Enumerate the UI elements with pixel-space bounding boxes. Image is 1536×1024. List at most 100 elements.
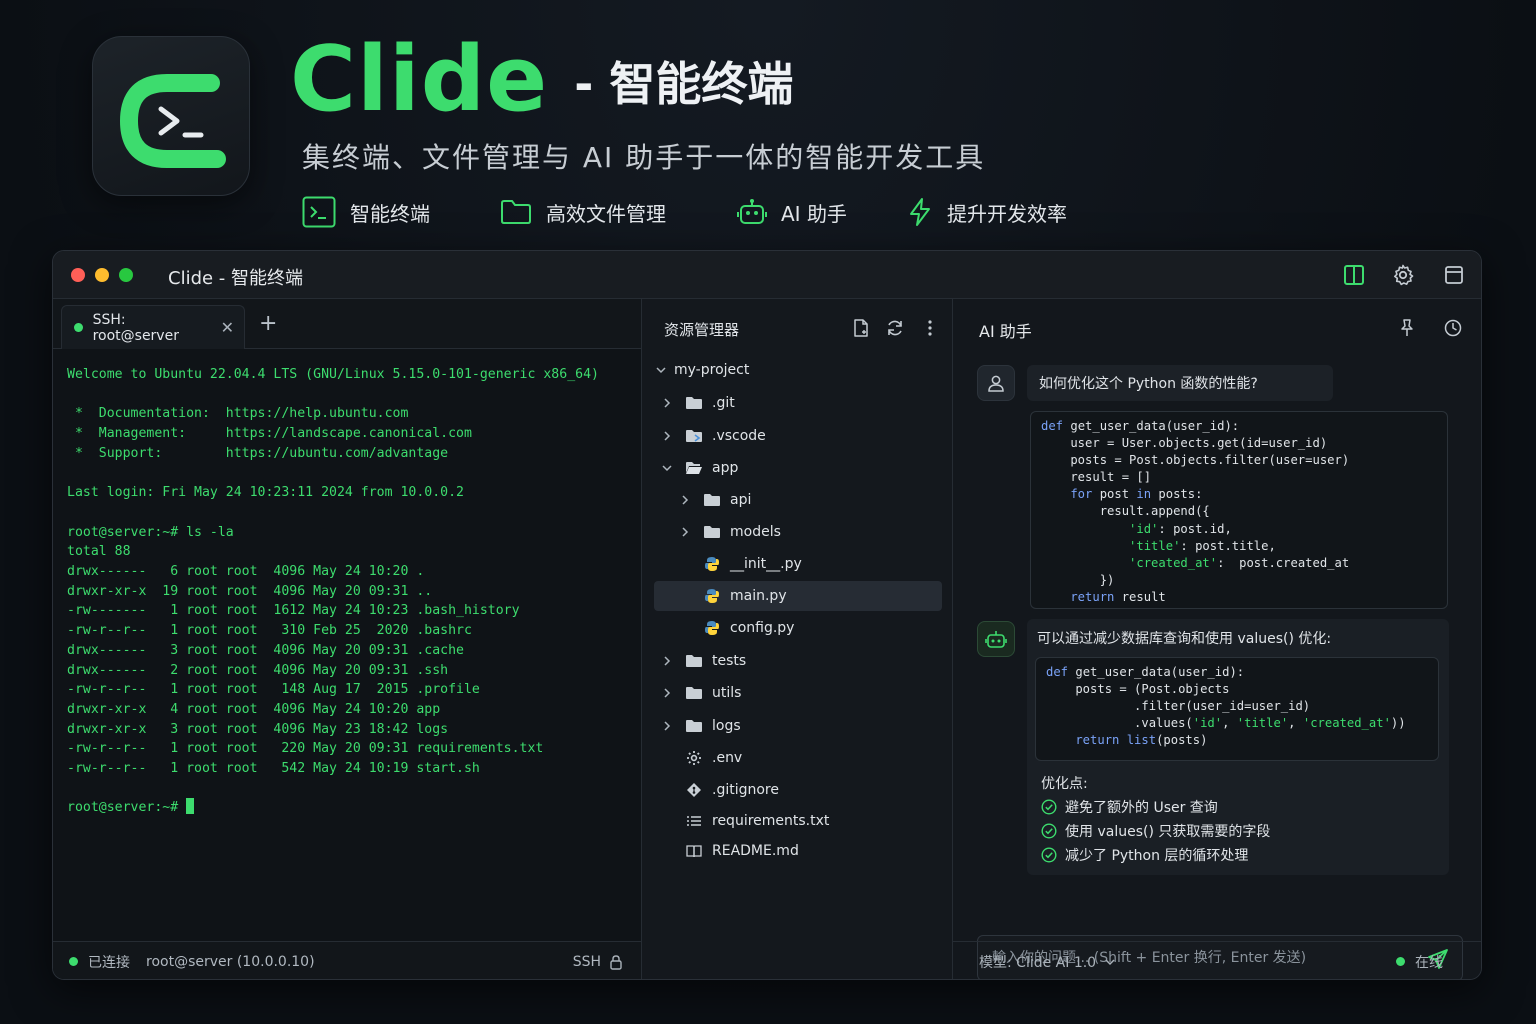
feature-label: 高效文件管理: [546, 201, 666, 226]
markdown-file-icon: [684, 842, 704, 860]
title-bar: Clide - 智能终端: [53, 251, 1481, 299]
terminal-pane: SSH: root@server ✕ + Welcome to Ubuntu 2…: [53, 299, 642, 979]
code-token: def: [1046, 665, 1076, 679]
close-window-button[interactable]: [71, 268, 85, 282]
terminal-line: * Documentation: https://help.ubuntu.com: [67, 406, 409, 422]
chevron-right-icon[interactable]: [678, 495, 692, 505]
terminal-line: -rw------- 1 root root 1612 May 24 10:23…: [67, 603, 520, 619]
online-label: 在线: [1415, 954, 1443, 971]
tree-item[interactable]: tests: [654, 646, 942, 676]
points-title: 优化点:: [1041, 776, 1088, 792]
feature-terminal: 智能终端: [302, 196, 500, 228]
user-avatar: [977, 365, 1015, 401]
tree-item[interactable]: main.py: [654, 581, 942, 611]
hero-title: Clide - 智能终端: [290, 30, 793, 130]
code-line: posts = (Post.objects: [1046, 681, 1428, 698]
python-file-icon: [702, 587, 722, 605]
close-tab-icon[interactable]: ✕: [221, 318, 234, 337]
terminal-prompt-line[interactable]: root@server:~#: [67, 798, 599, 818]
window-title: Clide - 智能终端: [168, 268, 304, 289]
feature-label: 智能终端: [350, 201, 430, 226]
tree-item[interactable]: README.md: [654, 836, 942, 866]
terminal-output[interactable]: Welcome to Ubuntu 22.04.4 LTS (GNU/Linux…: [67, 365, 599, 818]
code-line: for post in posts:: [1041, 486, 1437, 503]
tree-item[interactable]: .git: [654, 388, 942, 418]
chevron-down-icon[interactable]: [1104, 956, 1116, 968]
terminal-tab[interactable]: SSH: root@server ✕: [61, 305, 245, 349]
refresh-icon[interactable]: [885, 318, 905, 338]
tree-item-label: utils: [712, 685, 742, 701]
python-file-icon: [702, 555, 722, 573]
tree-item[interactable]: config.py: [654, 613, 942, 643]
code-token: get_user_data(user_id):: [1075, 665, 1245, 679]
new-file-icon[interactable]: [851, 318, 871, 338]
model-selector[interactable]: 模型: Clide AI 1.0: [979, 952, 1096, 972]
tree-item-label: main.py: [730, 588, 787, 604]
feature-label: 提升开发效率: [947, 201, 1067, 226]
tree-item[interactable]: api: [654, 485, 942, 515]
tree-item[interactable]: requirements.txt: [654, 806, 942, 836]
answer-code-block[interactable]: def get_user_data(user_id): posts = (Pos…: [1035, 657, 1439, 761]
tree-item[interactable]: utils: [654, 678, 942, 708]
code-token: .values(: [1046, 716, 1193, 731]
code-token: def: [1041, 419, 1071, 433]
split-view-icon[interactable]: [1342, 263, 1366, 287]
maximize-window-button[interactable]: [119, 268, 133, 282]
terminal-cursor: [186, 798, 195, 815]
tree-item[interactable]: my-project: [654, 355, 942, 385]
explorer-title: 资源管理器: [664, 321, 740, 339]
terminal-tab-label: SSH: root@server: [92, 311, 179, 344]
window-icon[interactable]: [1442, 263, 1466, 287]
check-circle-icon: [1041, 847, 1057, 863]
tree-item[interactable]: .gitignore: [654, 775, 942, 805]
more-options-icon[interactable]: [920, 318, 940, 338]
folder-icon: [684, 684, 704, 702]
minimize-window-button[interactable]: [95, 268, 109, 282]
git-file-icon: [684, 781, 704, 799]
answer-intro: 可以通过减少数据库查询和使用 values() 优化:: [1037, 631, 1332, 647]
connection-status-dot: [74, 323, 83, 332]
chevron-down-icon[interactable]: [654, 365, 668, 375]
gear-icon[interactable]: [1391, 263, 1415, 287]
tree-item-label: logs: [712, 718, 741, 734]
terminal-line: -rw-r--r-- 1 root root 148 Aug 17 2015 .…: [67, 682, 480, 698]
code-line: .values('id', 'title', 'created_at')): [1046, 715, 1428, 732]
question-code-block[interactable]: def get_user_data(user_id): user = User.…: [1030, 411, 1448, 609]
tree-item-label: .vscode: [712, 428, 766, 444]
tree-item[interactable]: logs: [654, 711, 942, 741]
tree-item-label: models: [730, 524, 781, 540]
tree-item[interactable]: __init__.py: [654, 549, 942, 579]
chevron-right-icon[interactable]: [660, 656, 674, 666]
chevron-down-icon[interactable]: [660, 463, 674, 473]
chevron-right-icon[interactable]: [660, 721, 674, 731]
terminal-line: root@server:~# ls -la: [67, 524, 234, 540]
code-token: get_user_data(user_id):: [1070, 419, 1240, 433]
tree-item-label: api: [730, 492, 752, 508]
code-token: list: [1126, 733, 1157, 748]
tree-item[interactable]: .vscode: [654, 421, 942, 451]
code-line: result = []: [1041, 469, 1437, 486]
code-token: result = []: [1041, 470, 1152, 485]
connection-protocol: SSH: [572, 953, 601, 970]
code-token: )): [1390, 716, 1406, 731]
chevron-right-icon[interactable]: [660, 431, 674, 441]
chevron-right-icon[interactable]: [660, 688, 674, 698]
brand-name: Clide: [290, 27, 549, 132]
pin-icon[interactable]: [1397, 318, 1417, 338]
tree-item-label: tests: [712, 653, 747, 669]
tree-item[interactable]: app: [654, 453, 942, 483]
chevron-right-icon[interactable]: [678, 527, 692, 537]
tree-item[interactable]: .env: [654, 743, 942, 773]
connected-status-dot: [69, 957, 78, 966]
chevron-right-icon[interactable]: [660, 398, 674, 408]
file-explorer: 资源管理器 my-project .git .vscode app api models _…: [642, 299, 953, 979]
app-window: Clide - 智能终端 SSH: root@server ✕ + Welcom…: [52, 250, 1482, 980]
tree-item[interactable]: models: [654, 517, 942, 547]
code-line: 'id': post.id,: [1041, 521, 1437, 538]
add-tab-button[interactable]: +: [259, 313, 277, 335]
history-icon[interactable]: [1443, 318, 1463, 338]
tree-item-label: my-project: [674, 362, 750, 378]
